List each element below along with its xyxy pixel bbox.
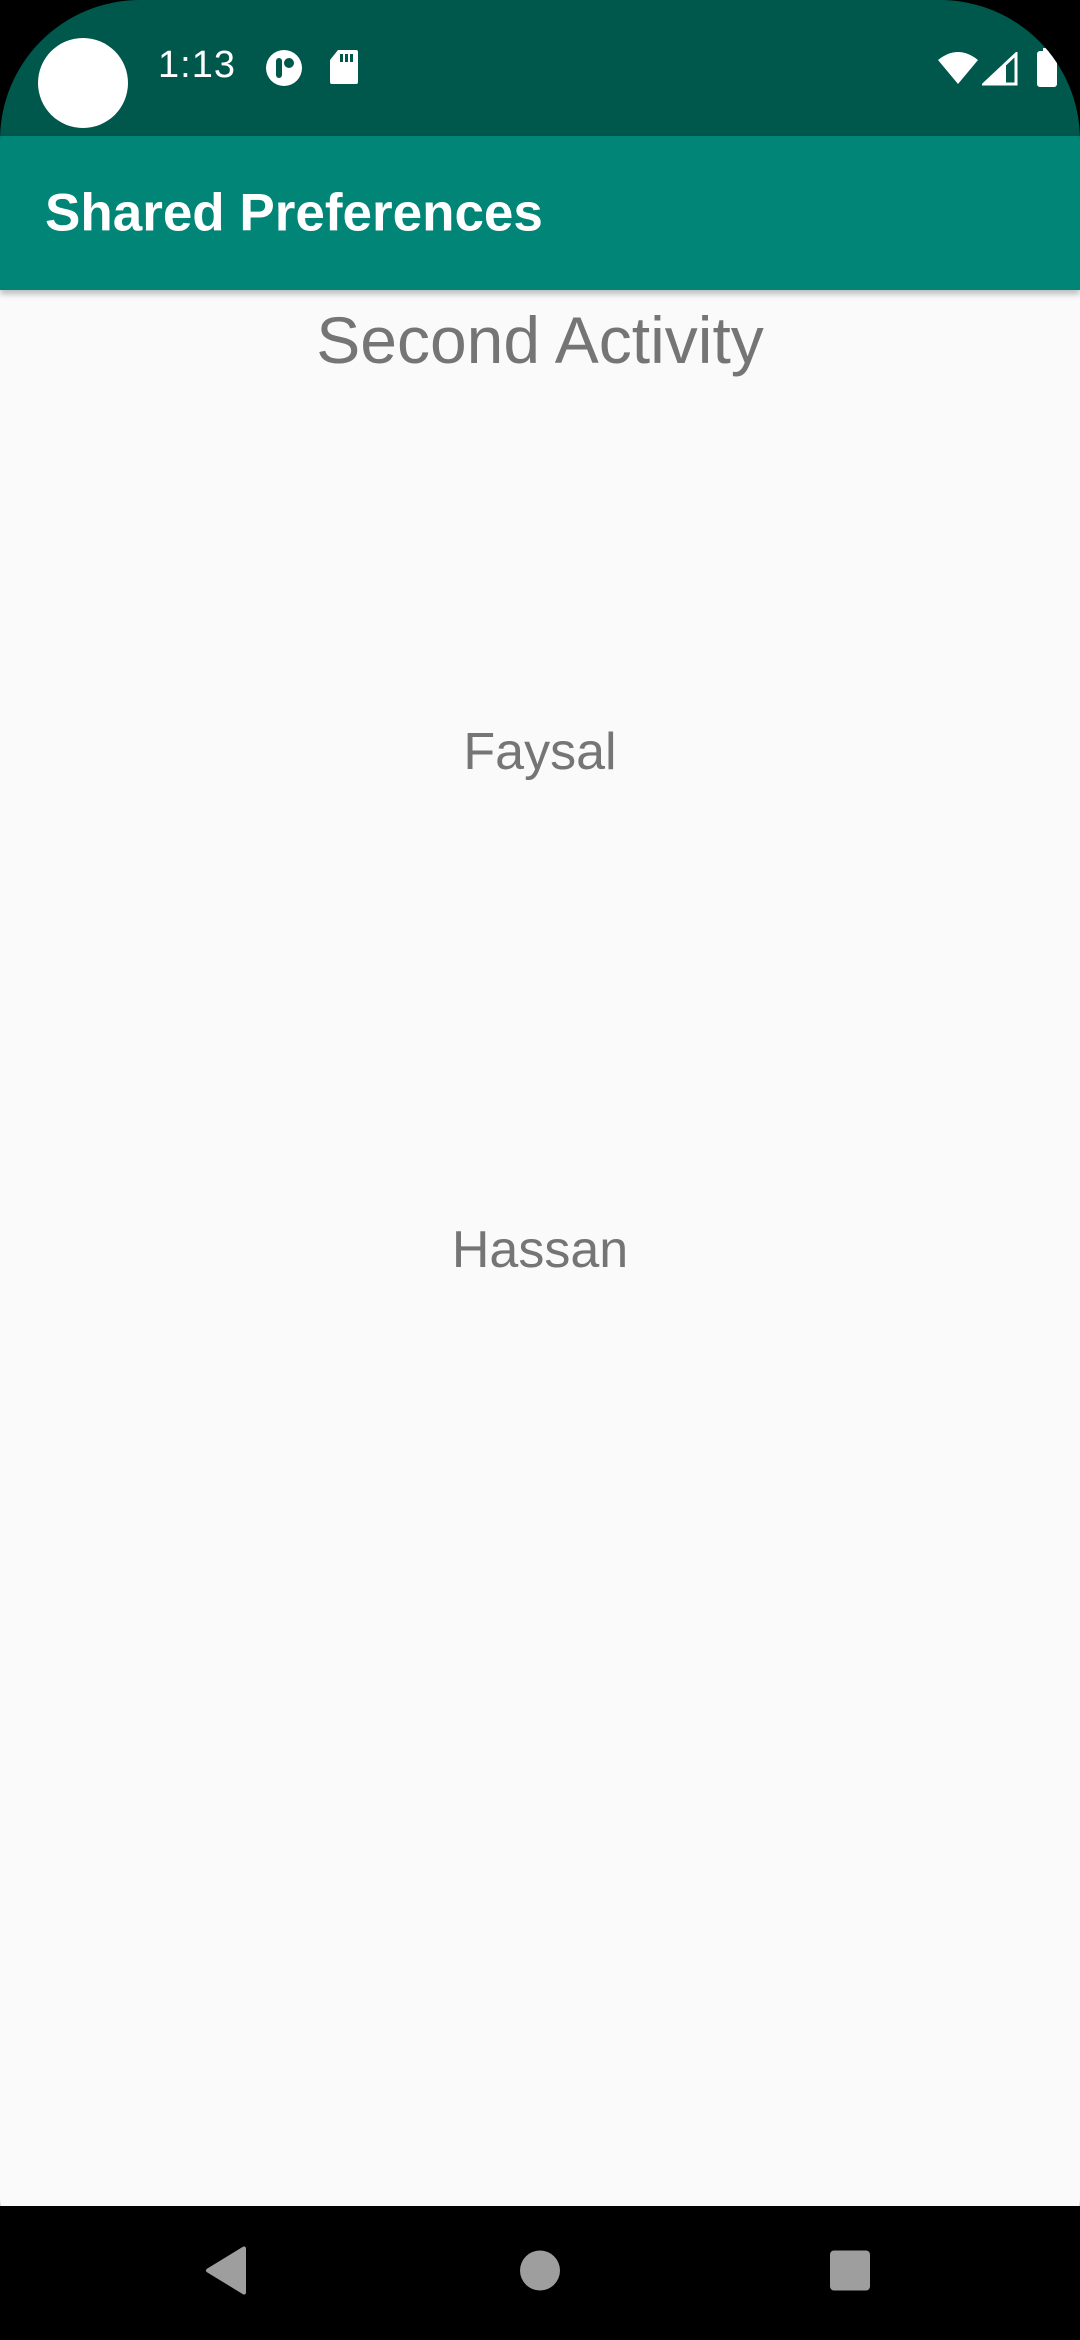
wifi-icon: [936, 50, 980, 91]
app-notification-icon: [264, 48, 304, 93]
first-value-text: Faysal: [463, 723, 617, 781]
status-time: 1:13: [158, 44, 236, 86]
app-title: Shared Preferences: [45, 183, 543, 243]
home-icon[interactable]: [519, 2250, 561, 2297]
second-value-text: Hassan: [451, 1221, 629, 1279]
navigation-bar: [0, 2206, 1080, 2340]
phone-screen: 1:13 Shared Preferences Second Activity …: [0, 0, 1080, 2340]
status-bar: 1:13: [0, 0, 1080, 136]
activity-heading: Second Activity: [316, 303, 764, 377]
cellular-signal-icon: [980, 50, 1018, 91]
camera-cutout: [38, 38, 128, 128]
app-bar: Shared Preferences: [0, 136, 1080, 290]
battery-icon: [1036, 48, 1058, 93]
back-icon[interactable]: [204, 2246, 248, 2300]
recents-icon[interactable]: [829, 2250, 871, 2297]
sd-card-icon: [328, 48, 360, 91]
activity-content: Second Activity Faysal Hassan: [0, 290, 1080, 2206]
